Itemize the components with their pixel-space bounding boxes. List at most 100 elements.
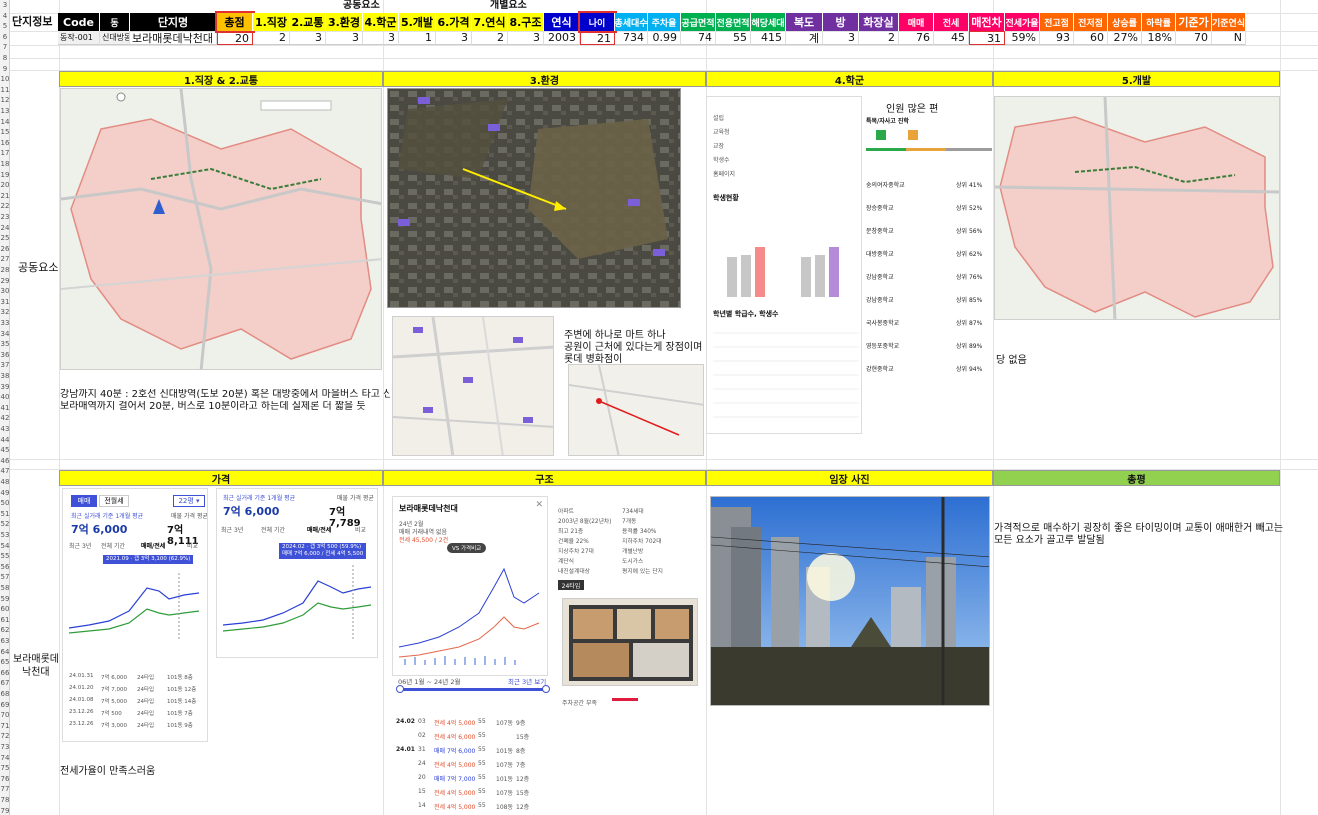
header-cell[interactable]: 7.연식 — [472, 13, 508, 31]
school-name[interactable]: 강현중학교 — [866, 364, 894, 373]
close-icon[interactable]: ✕ — [535, 500, 543, 510]
value-cell[interactable]: 27% — [1108, 31, 1142, 45]
value-cell[interactable]: 동작-001 — [58, 31, 100, 45]
row-number[interactable]: 5 — [0, 21, 10, 31]
value-cell[interactable]: 3 — [326, 31, 363, 45]
value-cell[interactable]: 734 — [615, 31, 648, 45]
row-number[interactable]: 68 — [0, 689, 10, 699]
row-number[interactable]: 28 — [0, 265, 10, 275]
row-number[interactable]: 11 — [0, 85, 10, 95]
row-number[interactable]: 13 — [0, 106, 10, 116]
satellite-image[interactable] — [387, 88, 681, 308]
header-cell[interactable]: 4.학군 — [363, 13, 399, 31]
size-badge[interactable]: 24타입 — [558, 580, 584, 590]
value-cell[interactable]: 20 — [217, 31, 253, 45]
header-cell[interactable]: 매매 — [899, 13, 934, 31]
row-number[interactable]: 47 — [0, 466, 10, 476]
row-number[interactable]: 18 — [0, 159, 10, 169]
row-number[interactable]: 49 — [0, 488, 10, 498]
row-number[interactable]: 51 — [0, 509, 10, 519]
row-number[interactable]: 63 — [0, 636, 10, 646]
row-number[interactable]: 55 — [0, 551, 10, 561]
department-store-map[interactable] — [568, 364, 704, 456]
row-number[interactable]: 24 — [0, 223, 10, 233]
row-number[interactable]: 14 — [0, 117, 10, 127]
header-cell[interactable]: 전세가율 — [1005, 13, 1040, 31]
row-number[interactable]: 4 — [0, 11, 10, 21]
row-number[interactable]: 54 — [0, 541, 10, 551]
row-number[interactable]: 10 — [0, 74, 10, 84]
period-tab-2[interactable]: 전체 기간 — [101, 541, 125, 550]
row-number[interactable]: 9 — [0, 64, 10, 74]
row-number[interactable]: 74 — [0, 753, 10, 763]
row-number[interactable]: 66 — [0, 668, 10, 678]
header-cell[interactable]: 2.교통 — [290, 13, 326, 31]
row-number[interactable]: 78 — [0, 795, 10, 805]
row-number[interactable]: 38 — [0, 371, 10, 381]
row-number[interactable]: 73 — [0, 742, 10, 752]
header-cell[interactable]: 전저점 — [1074, 13, 1108, 31]
period-tab-1[interactable]: 최근 3년 — [69, 541, 91, 550]
row-number[interactable]: 44 — [0, 435, 10, 445]
row-number[interactable]: 43 — [0, 424, 10, 434]
row-number[interactable]: 75 — [0, 763, 10, 773]
header-cell[interactable]: 6.가격 — [436, 13, 472, 31]
tab-sale[interactable]: 매매 — [71, 495, 97, 507]
row-number[interactable]: 69 — [0, 700, 10, 710]
row-number[interactable]: 40 — [0, 392, 10, 402]
row-number[interactable]: 21 — [0, 191, 10, 201]
value-cell[interactable]: 74 — [681, 31, 716, 45]
header-cell[interactable]: 전용면적 — [716, 13, 751, 31]
value-cell[interactable]: 2003 — [544, 31, 580, 45]
value-cell[interactable]: 21 — [580, 31, 615, 45]
row-number[interactable]: 59 — [0, 594, 10, 604]
value-cell[interactable]: 18% — [1142, 31, 1176, 45]
row-number[interactable]: 7 — [0, 42, 10, 52]
header-cell[interactable]: 하락률 — [1142, 13, 1176, 31]
row-number[interactable]: 8 — [0, 53, 10, 63]
value-cell[interactable]: 70 — [1176, 31, 1212, 45]
row-number[interactable]: 12 — [0, 95, 10, 105]
value-cell[interactable]: 3 — [363, 31, 399, 45]
row-number[interactable]: 34 — [0, 329, 10, 339]
row-number[interactable]: 58 — [0, 583, 10, 593]
header-cell[interactable]: 8.구조 — [508, 13, 544, 31]
row-number[interactable]: 30 — [0, 286, 10, 296]
header-cell[interactable]: 5.개발 — [399, 13, 436, 31]
row-number[interactable]: 29 — [0, 276, 10, 286]
development-map[interactable] — [994, 96, 1280, 320]
range-handle-right[interactable] — [542, 685, 550, 693]
floorplan-image[interactable] — [562, 598, 698, 686]
row-number[interactable]: 3 — [0, 0, 10, 10]
row-number[interactable]: 46 — [0, 456, 10, 466]
row-number[interactable]: 77 — [0, 784, 10, 794]
row-number[interactable]: 36 — [0, 350, 10, 360]
value-cell[interactable]: 3 — [436, 31, 472, 45]
value-cell[interactable]: 415 — [751, 31, 786, 45]
value-cell[interactable]: 2 — [472, 31, 508, 45]
value-cell[interactable]: 계 — [786, 31, 823, 45]
value-cell[interactable]: 3 — [823, 31, 859, 45]
school-name[interactable]: 대방중학교 — [866, 249, 894, 258]
header-cell[interactable]: 총점 — [215, 11, 255, 33]
row-number[interactable]: 79 — [0, 806, 10, 815]
header-cell[interactable]: 화장실 — [859, 13, 899, 31]
row-number[interactable]: 64 — [0, 647, 10, 657]
header-cell[interactable]: 단지명 — [130, 13, 217, 31]
environment-map[interactable] — [392, 316, 554, 456]
row-number[interactable]: 37 — [0, 360, 10, 370]
header-cell[interactable]: 전고점 — [1040, 13, 1074, 31]
row-number[interactable]: 33 — [0, 318, 10, 328]
header-cell[interactable]: 나이 — [578, 11, 617, 33]
row-number[interactable]: 17 — [0, 148, 10, 158]
header-cell[interactable]: 연식 — [544, 13, 580, 31]
row-number[interactable]: 41 — [0, 403, 10, 413]
period-tab-4[interactable]: 비교 — [187, 541, 198, 550]
value-cell[interactable]: 0.99 — [648, 31, 681, 45]
row-number[interactable]: 31 — [0, 297, 10, 307]
school-name[interactable]: 장승중학교 — [866, 203, 894, 212]
row-number[interactable]: 19 — [0, 170, 10, 180]
header-cell[interactable]: 매전차 — [969, 13, 1005, 31]
value-cell[interactable]: 45 — [934, 31, 969, 45]
value-cell[interactable]: 보라매롯데낙천대 — [130, 31, 217, 45]
